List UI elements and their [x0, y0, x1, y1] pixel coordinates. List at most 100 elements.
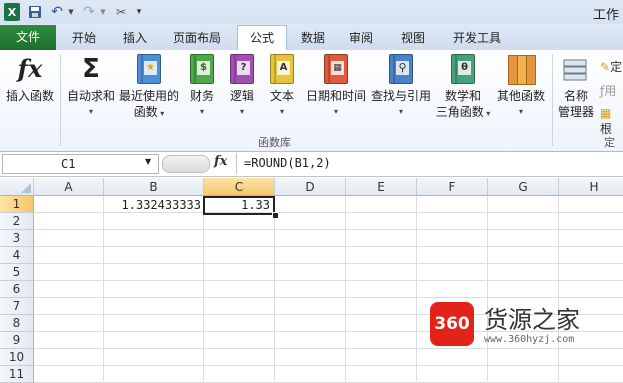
- grid-column-line: [345, 196, 346, 381]
- more-functions-button[interactable]: 其他函数 ▾: [494, 54, 548, 120]
- logical-label: 逻辑: [229, 89, 254, 103]
- grid-column-line: [103, 196, 104, 381]
- tab-formulas[interactable]: 公式: [237, 25, 287, 51]
- watermark-name: 货源之家: [484, 306, 580, 334]
- column-header-c[interactable]: C: [204, 178, 275, 196]
- name-manager-icon: [561, 54, 591, 84]
- cell-c1-selected[interactable]: 1.33: [203, 196, 275, 215]
- logical-button[interactable]: ? 逻辑 ▾: [224, 54, 260, 120]
- fill-handle[interactable]: [272, 212, 279, 219]
- group-separator: [552, 54, 553, 146]
- financial-label: 财务: [189, 89, 214, 103]
- chevron-down-icon: ▾: [199, 107, 204, 116]
- financial-book-icon: $: [187, 54, 217, 84]
- tab-developer[interactable]: 开发工具: [444, 26, 510, 50]
- chevron-down-icon[interactable]: ▼: [145, 157, 151, 166]
- function-library-group-label: 函数库: [258, 136, 291, 149]
- use-in-formula-button[interactable]: ƒ用: [600, 82, 616, 99]
- grid-row-line: [34, 263, 623, 264]
- row-header-1[interactable]: 1: [0, 196, 34, 213]
- row-header-4[interactable]: 4: [0, 247, 34, 264]
- watermark-badge: 360: [430, 302, 474, 346]
- formula-bar-splitter[interactable]: [162, 155, 210, 173]
- row-header-8[interactable]: 8: [0, 315, 34, 332]
- watermark-logo: 360 货源之家 www.360hyzj.com: [430, 294, 620, 354]
- more-functions-label: 其他函数: [496, 89, 545, 103]
- books-stack-icon: [506, 54, 536, 85]
- chevron-down-icon: ▾: [157, 109, 165, 118]
- autosum-button[interactable]: Σ 自动求和 ▾: [64, 54, 118, 120]
- define-name-button[interactable]: ✎定: [600, 58, 622, 75]
- calendar-book-icon: ▦: [321, 54, 351, 84]
- watermark-url: www.360hyzj.com: [484, 334, 575, 345]
- row-header-6[interactable]: 6: [0, 281, 34, 298]
- name-manager-label-2: 管理器: [557, 105, 594, 119]
- name-box[interactable]: C1 ▼: [2, 154, 159, 174]
- select-all-corner[interactable]: [0, 178, 34, 196]
- date-time-button[interactable]: ▦ 日期和时间 ▾: [304, 54, 368, 120]
- chevron-down-icon: ▾: [483, 109, 491, 118]
- chevron-down-icon: ▾: [279, 107, 284, 116]
- insert-function-label: 插入函数: [5, 89, 54, 103]
- logical-book-icon: ?: [227, 54, 257, 84]
- column-header-h[interactable]: H: [559, 178, 623, 196]
- define-name-label: 定: [610, 60, 623, 74]
- logical-icon-text: ?: [237, 61, 250, 75]
- chevron-down-icon: ▾: [398, 107, 403, 116]
- name-box-value: C1: [61, 157, 76, 171]
- column-header-a[interactable]: A: [34, 178, 104, 196]
- row-header-11[interactable]: 11: [0, 366, 34, 383]
- row-header-2[interactable]: 2: [0, 213, 34, 230]
- fx-icon-text: fx: [17, 54, 43, 83]
- ribbon-formulas: fx 插入函数 Σ 自动求和 ▾ ★ 最近使用的 函数 ▾ $ 财务 ▾ ? 逻…: [0, 50, 623, 165]
- grid-row-line: [34, 229, 623, 230]
- lookup-reference-button[interactable]: ⚲ 查找与引用 ▾: [370, 54, 432, 120]
- redo-icon[interactable]: ↷: [80, 3, 98, 21]
- math-trig-label-1: 数学和: [444, 89, 481, 103]
- financial-button[interactable]: $ 财务 ▾: [184, 54, 220, 120]
- tab-view[interactable]: 视图: [392, 26, 434, 50]
- undo-dropdown-icon[interactable]: ▼: [66, 3, 76, 21]
- row-header-7[interactable]: 7: [0, 298, 34, 315]
- tab-file[interactable]: 文件: [0, 25, 56, 50]
- redo-dropdown-icon[interactable]: ▼: [98, 3, 108, 21]
- window-title: 工作: [592, 8, 619, 23]
- row-header-5[interactable]: 5: [0, 264, 34, 281]
- row-header-10[interactable]: 10: [0, 349, 34, 366]
- tab-home[interactable]: 开始: [60, 26, 108, 50]
- tab-insert[interactable]: 插入: [112, 26, 158, 50]
- customize-tool-icon[interactable]: ✂: [112, 3, 130, 21]
- tab-review[interactable]: 审阅: [340, 26, 382, 50]
- fx-icon: fx: [15, 54, 45, 84]
- math-book-icon: θ: [448, 54, 478, 84]
- column-header-b[interactable]: B: [104, 178, 204, 196]
- insert-function-fx-icon[interactable]: fx: [214, 154, 227, 169]
- math-trig-button[interactable]: θ 数学和 三角函数 ▾: [434, 54, 492, 122]
- tab-data[interactable]: 数据: [292, 26, 334, 50]
- cell-b1[interactable]: 1.332433333: [104, 197, 204, 214]
- recent-functions-button[interactable]: ★ 最近使用的 函数 ▾: [118, 54, 180, 122]
- sigma-icon-text: Σ: [82, 54, 100, 84]
- save-icon[interactable]: [26, 3, 44, 21]
- ribbon-tab-bar: 文件 开始 插入 页面布局 公式 数据 审阅 视图 开发工具: [0, 24, 623, 51]
- column-header-e[interactable]: E: [346, 178, 417, 196]
- name-manager-button[interactable]: 名称 管理器: [556, 54, 596, 120]
- column-header-d[interactable]: D: [275, 178, 346, 196]
- name-manager-label-1: 名称: [563, 89, 588, 103]
- sigma-icon: Σ: [76, 54, 106, 84]
- column-header-f[interactable]: F: [417, 178, 488, 196]
- column-header-g[interactable]: G: [488, 178, 559, 196]
- create-from-selection-button[interactable]: ▦根: [600, 106, 623, 137]
- tab-page-layout[interactable]: 页面布局: [164, 26, 230, 50]
- text-book-icon: A: [267, 54, 297, 84]
- row-header-9[interactable]: 9: [0, 332, 34, 349]
- row-header-3[interactable]: 3: [0, 230, 34, 247]
- chevron-down-icon: ▾: [518, 107, 523, 116]
- chevron-down-icon: ▾: [88, 107, 93, 116]
- customize-qat-icon[interactable]: ▾: [134, 3, 144, 21]
- text-button[interactable]: A 文本 ▾: [264, 54, 300, 120]
- insert-function-button[interactable]: fx 插入函数: [2, 54, 58, 104]
- undo-icon[interactable]: ↶: [48, 3, 66, 21]
- math-trig-label-2: 三角函数: [435, 105, 484, 119]
- date-time-label: 日期和时间: [305, 89, 366, 103]
